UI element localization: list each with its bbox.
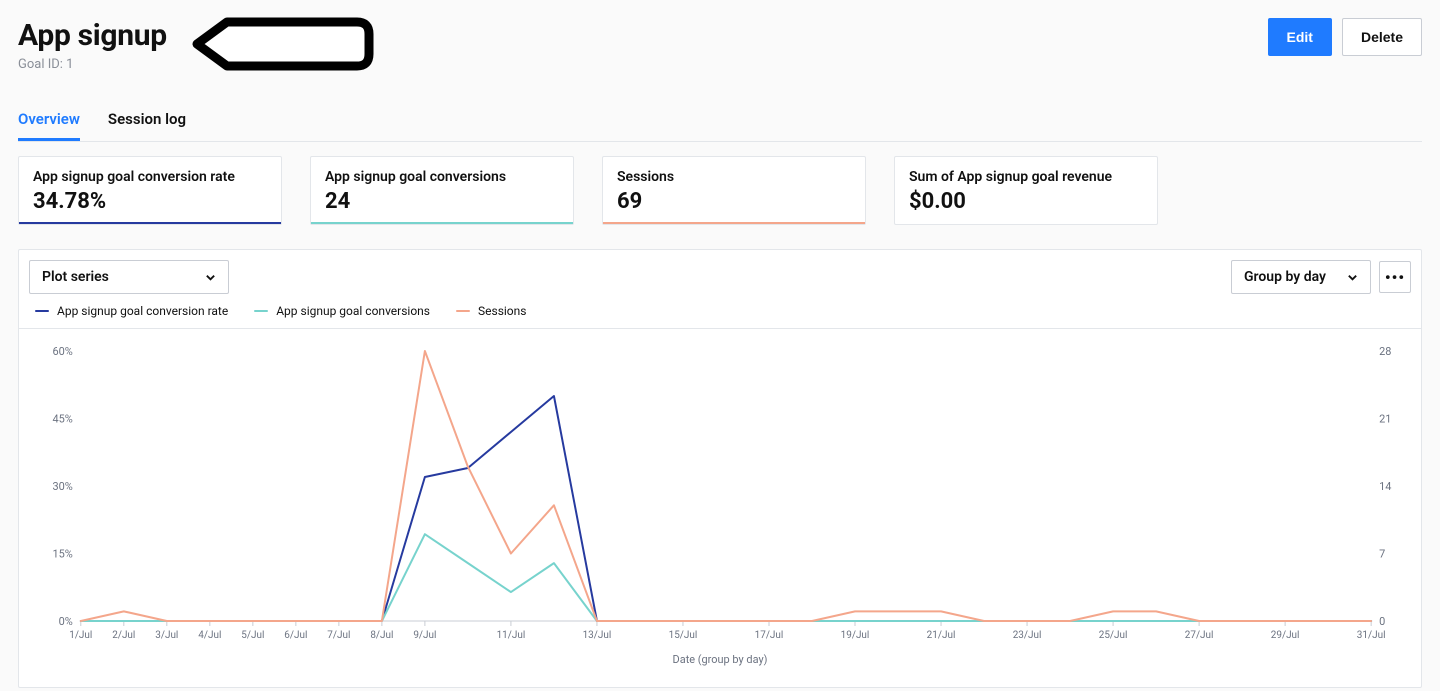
legend-swatch	[254, 310, 268, 312]
group-by-select[interactable]: Group by day	[1231, 260, 1371, 294]
chevron-down-icon	[205, 272, 216, 283]
svg-text:45%: 45%	[52, 412, 72, 425]
legend-swatch	[456, 310, 470, 312]
svg-text:1/Jul: 1/Jul	[69, 630, 92, 641]
more-icon: •••	[1385, 268, 1405, 287]
svg-text:9/Jul: 9/Jul	[413, 630, 436, 641]
svg-text:6/Jul: 6/Jul	[284, 630, 307, 641]
svg-text:14: 14	[1379, 480, 1391, 493]
svg-text:0%: 0%	[59, 615, 73, 628]
legend-label: App signup goal conversions	[276, 304, 430, 318]
card-accent	[311, 222, 573, 224]
svg-text:8/Jul: 8/Jul	[370, 630, 393, 641]
card-label: App signup goal conversions	[325, 169, 559, 185]
card-label: App signup goal conversion rate	[33, 169, 267, 185]
tab-overview[interactable]: Overview	[18, 102, 80, 141]
svg-text:13/Jul: 13/Jul	[583, 630, 612, 641]
svg-text:0: 0	[1379, 615, 1385, 628]
card-sessions[interactable]: Sessions 69	[602, 156, 866, 225]
legend-label: App signup goal conversion rate	[57, 304, 228, 318]
svg-text:29/Jul: 29/Jul	[1271, 630, 1300, 641]
card-label: Sum of App signup goal revenue	[909, 169, 1143, 185]
page-title: App signup	[18, 18, 167, 53]
card-accent	[603, 222, 865, 224]
svg-text:7/Jul: 7/Jul	[327, 630, 350, 641]
card-value: 34.78%	[33, 189, 267, 214]
svg-text:60%: 60%	[52, 345, 72, 358]
card-accent	[19, 222, 281, 224]
legend-label: Sessions	[478, 304, 526, 318]
svg-text:21: 21	[1379, 412, 1391, 425]
svg-text:3/Jul: 3/Jul	[155, 630, 178, 641]
svg-text:11/Jul: 11/Jul	[497, 630, 526, 641]
svg-text:21/Jul: 21/Jul	[927, 630, 956, 641]
group-by-label: Group by day	[1244, 269, 1326, 285]
legend-swatch	[35, 310, 49, 312]
card-conversion-rate[interactable]: App signup goal conversion rate 34.78%	[18, 156, 282, 225]
svg-text:Date (group by day): Date (group by day)	[673, 653, 768, 666]
more-menu-button[interactable]: •••	[1379, 261, 1411, 293]
tag-annotation-icon	[187, 14, 377, 74]
svg-text:4/Jul: 4/Jul	[198, 630, 221, 641]
goal-id-label: Goal ID: 1	[18, 57, 167, 72]
svg-text:15%: 15%	[52, 547, 72, 560]
svg-text:23/Jul: 23/Jul	[1013, 630, 1042, 641]
svg-text:27/Jul: 27/Jul	[1185, 630, 1214, 641]
svg-text:2/Jul: 2/Jul	[112, 630, 135, 641]
card-conversions[interactable]: App signup goal conversions 24	[310, 156, 574, 225]
plot-series-label: Plot series	[42, 269, 109, 285]
svg-text:25/Jul: 25/Jul	[1099, 630, 1128, 641]
tab-session-log[interactable]: Session log	[108, 102, 186, 141]
svg-text:15/Jul: 15/Jul	[669, 630, 698, 641]
svg-text:28: 28	[1379, 345, 1391, 358]
legend-item[interactable]: App signup goal conversions	[254, 304, 430, 328]
svg-text:30%: 30%	[52, 480, 72, 493]
delete-button[interactable]: Delete	[1342, 18, 1422, 56]
svg-text:17/Jul: 17/Jul	[755, 630, 784, 641]
legend-item[interactable]: Sessions	[456, 304, 526, 328]
card-value: 24	[325, 189, 559, 214]
chevron-down-icon	[1347, 272, 1358, 283]
svg-text:31/Jul: 31/Jul	[1357, 630, 1386, 641]
legend-item[interactable]: App signup goal conversion rate	[35, 304, 228, 328]
plot-series-select[interactable]: Plot series	[29, 260, 229, 294]
svg-text:7: 7	[1379, 547, 1385, 560]
edit-button[interactable]: Edit	[1268, 18, 1332, 56]
card-revenue[interactable]: Sum of App signup goal revenue $0.00	[894, 156, 1158, 225]
card-value: 69	[617, 189, 851, 214]
line-chart: 0% 15% 30% 45% 60% 0 7 14 21 28 1/Jul 2/Jul 3/Jul 4/J…	[33, 339, 1407, 669]
card-value: $0.00	[909, 189, 1143, 214]
svg-text:5/Jul: 5/Jul	[241, 630, 264, 641]
svg-text:19/Jul: 19/Jul	[841, 630, 870, 641]
card-label: Sessions	[617, 169, 851, 185]
